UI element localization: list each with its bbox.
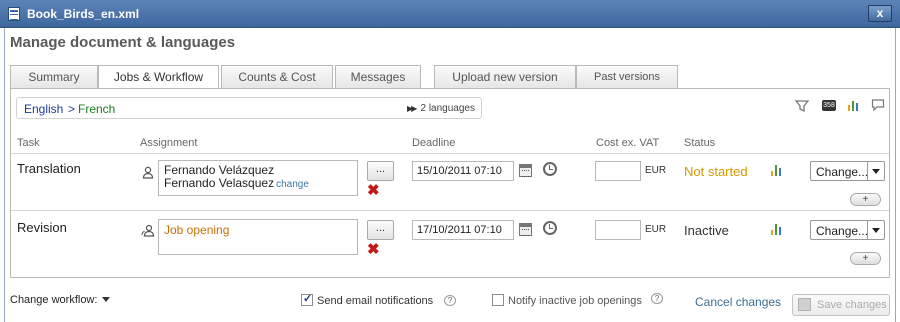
page-title: Manage document & languages (10, 34, 236, 51)
change-assignee-link[interactable]: change (276, 179, 309, 190)
target-language[interactable]: French (78, 102, 115, 116)
column-status: Status (684, 137, 716, 149)
notify-inactive-checkbox[interactable] (492, 294, 504, 306)
tab-jobs-workflow[interactable]: Jobs & Workflow (98, 65, 219, 89)
save-icon (798, 298, 811, 311)
comment-icon[interactable] (871, 98, 885, 115)
chevron-down-icon (102, 297, 111, 302)
deadline-input[interactable]: 17/10/2011 07:10 (412, 220, 514, 240)
send-email-checkbox[interactable] (301, 292, 313, 306)
column-task: Task (17, 137, 40, 149)
tab-counts-cost[interactable]: Counts & Cost (221, 65, 333, 88)
chevron-down-icon (872, 228, 880, 233)
alarm-icon[interactable] (543, 162, 557, 176)
assignment-box[interactable]: Job opening (158, 219, 358, 255)
cost-input[interactable] (595, 220, 641, 240)
help-icon[interactable]: ? (651, 293, 663, 304)
window-titlebar: Book_Birds_en.xml x (0, 0, 900, 28)
column-assignment: Assignment (140, 137, 198, 149)
tab-past-versions[interactable]: Past versions (576, 65, 678, 88)
save-changes-button[interactable]: Save changes (792, 294, 890, 316)
deadline-input[interactable]: 15/10/2011 07:10 (412, 161, 514, 181)
tab-summary[interactable]: Summary (10, 65, 98, 88)
add-task-button[interactable]: + (850, 252, 881, 265)
currency-label: EUR (645, 224, 667, 235)
assignee-name-alt: Fernando Velasquez (164, 176, 275, 190)
person-icon (142, 166, 154, 179)
language-breadcrumb: English > French ▶▶ 2 languages (16, 97, 482, 119)
source-language[interactable]: English (24, 102, 63, 116)
bar-chart-icon[interactable] (771, 224, 783, 235)
stats-badge-icon[interactable]: 358 (822, 100, 836, 111)
browse-assignee-button[interactable]: ... (367, 161, 394, 181)
notify-inactive-label: Notify inactive job openings (508, 295, 642, 307)
save-changes-label: Save changes (817, 299, 887, 311)
browse-assignee-button[interactable]: ... (367, 220, 394, 240)
bar-chart-icon[interactable] (847, 98, 861, 115)
assignment-box[interactable]: Fernando Velázquez Fernando Velasquez cha… (158, 160, 358, 196)
double-arrow-icon: ▶▶ (407, 104, 417, 113)
cost-input[interactable] (595, 161, 641, 181)
status-label: Not started (684, 164, 748, 179)
chevron-down-icon (872, 169, 880, 174)
close-button[interactable]: x (868, 5, 892, 22)
languages-count-button[interactable]: 2 languages (421, 103, 476, 114)
calendar-icon[interactable] (519, 223, 532, 236)
job-opening-link[interactable]: Job opening (164, 223, 229, 237)
filter-icon[interactable] (794, 98, 810, 115)
column-cost: Cost ex. VAT (596, 137, 660, 149)
calendar-icon[interactable] (519, 164, 532, 177)
bar-chart-icon[interactable] (771, 165, 783, 176)
send-email-label: Send email notifications (317, 295, 434, 307)
change-dropdown-label: Change... (816, 224, 869, 238)
add-task-button[interactable]: + (850, 193, 881, 206)
status-label: Inactive (684, 223, 729, 238)
row-divider (11, 210, 889, 211)
change-dropdown-label: Change... (816, 165, 869, 179)
group-person-icon (141, 224, 155, 237)
tab-upload-new-version[interactable]: Upload new version (434, 65, 576, 88)
change-workflow-label: Change workflow: (10, 294, 98, 306)
remove-icon[interactable]: ✖ (367, 183, 380, 198)
document-icon (8, 7, 20, 21)
change-dropdown[interactable]: Change... (810, 161, 885, 181)
alarm-icon[interactable] (543, 221, 557, 235)
breadcrumb-separator: > (68, 102, 76, 116)
help-icon[interactable]: ? (444, 295, 456, 306)
task-name: Translation (17, 161, 81, 176)
tab-messages[interactable]: Messages (335, 65, 421, 88)
remove-icon[interactable]: ✖ (367, 242, 380, 257)
change-workflow-dropdown[interactable]: Change workflow: (10, 294, 111, 306)
currency-label: EUR (645, 165, 667, 176)
window-title: Book_Birds_en.xml (27, 7, 140, 21)
change-dropdown[interactable]: Change... (810, 220, 885, 240)
cancel-changes-link[interactable]: Cancel changes (695, 295, 781, 309)
task-name: Revision (17, 220, 67, 235)
header-divider (11, 153, 889, 154)
column-deadline: Deadline (412, 137, 456, 149)
